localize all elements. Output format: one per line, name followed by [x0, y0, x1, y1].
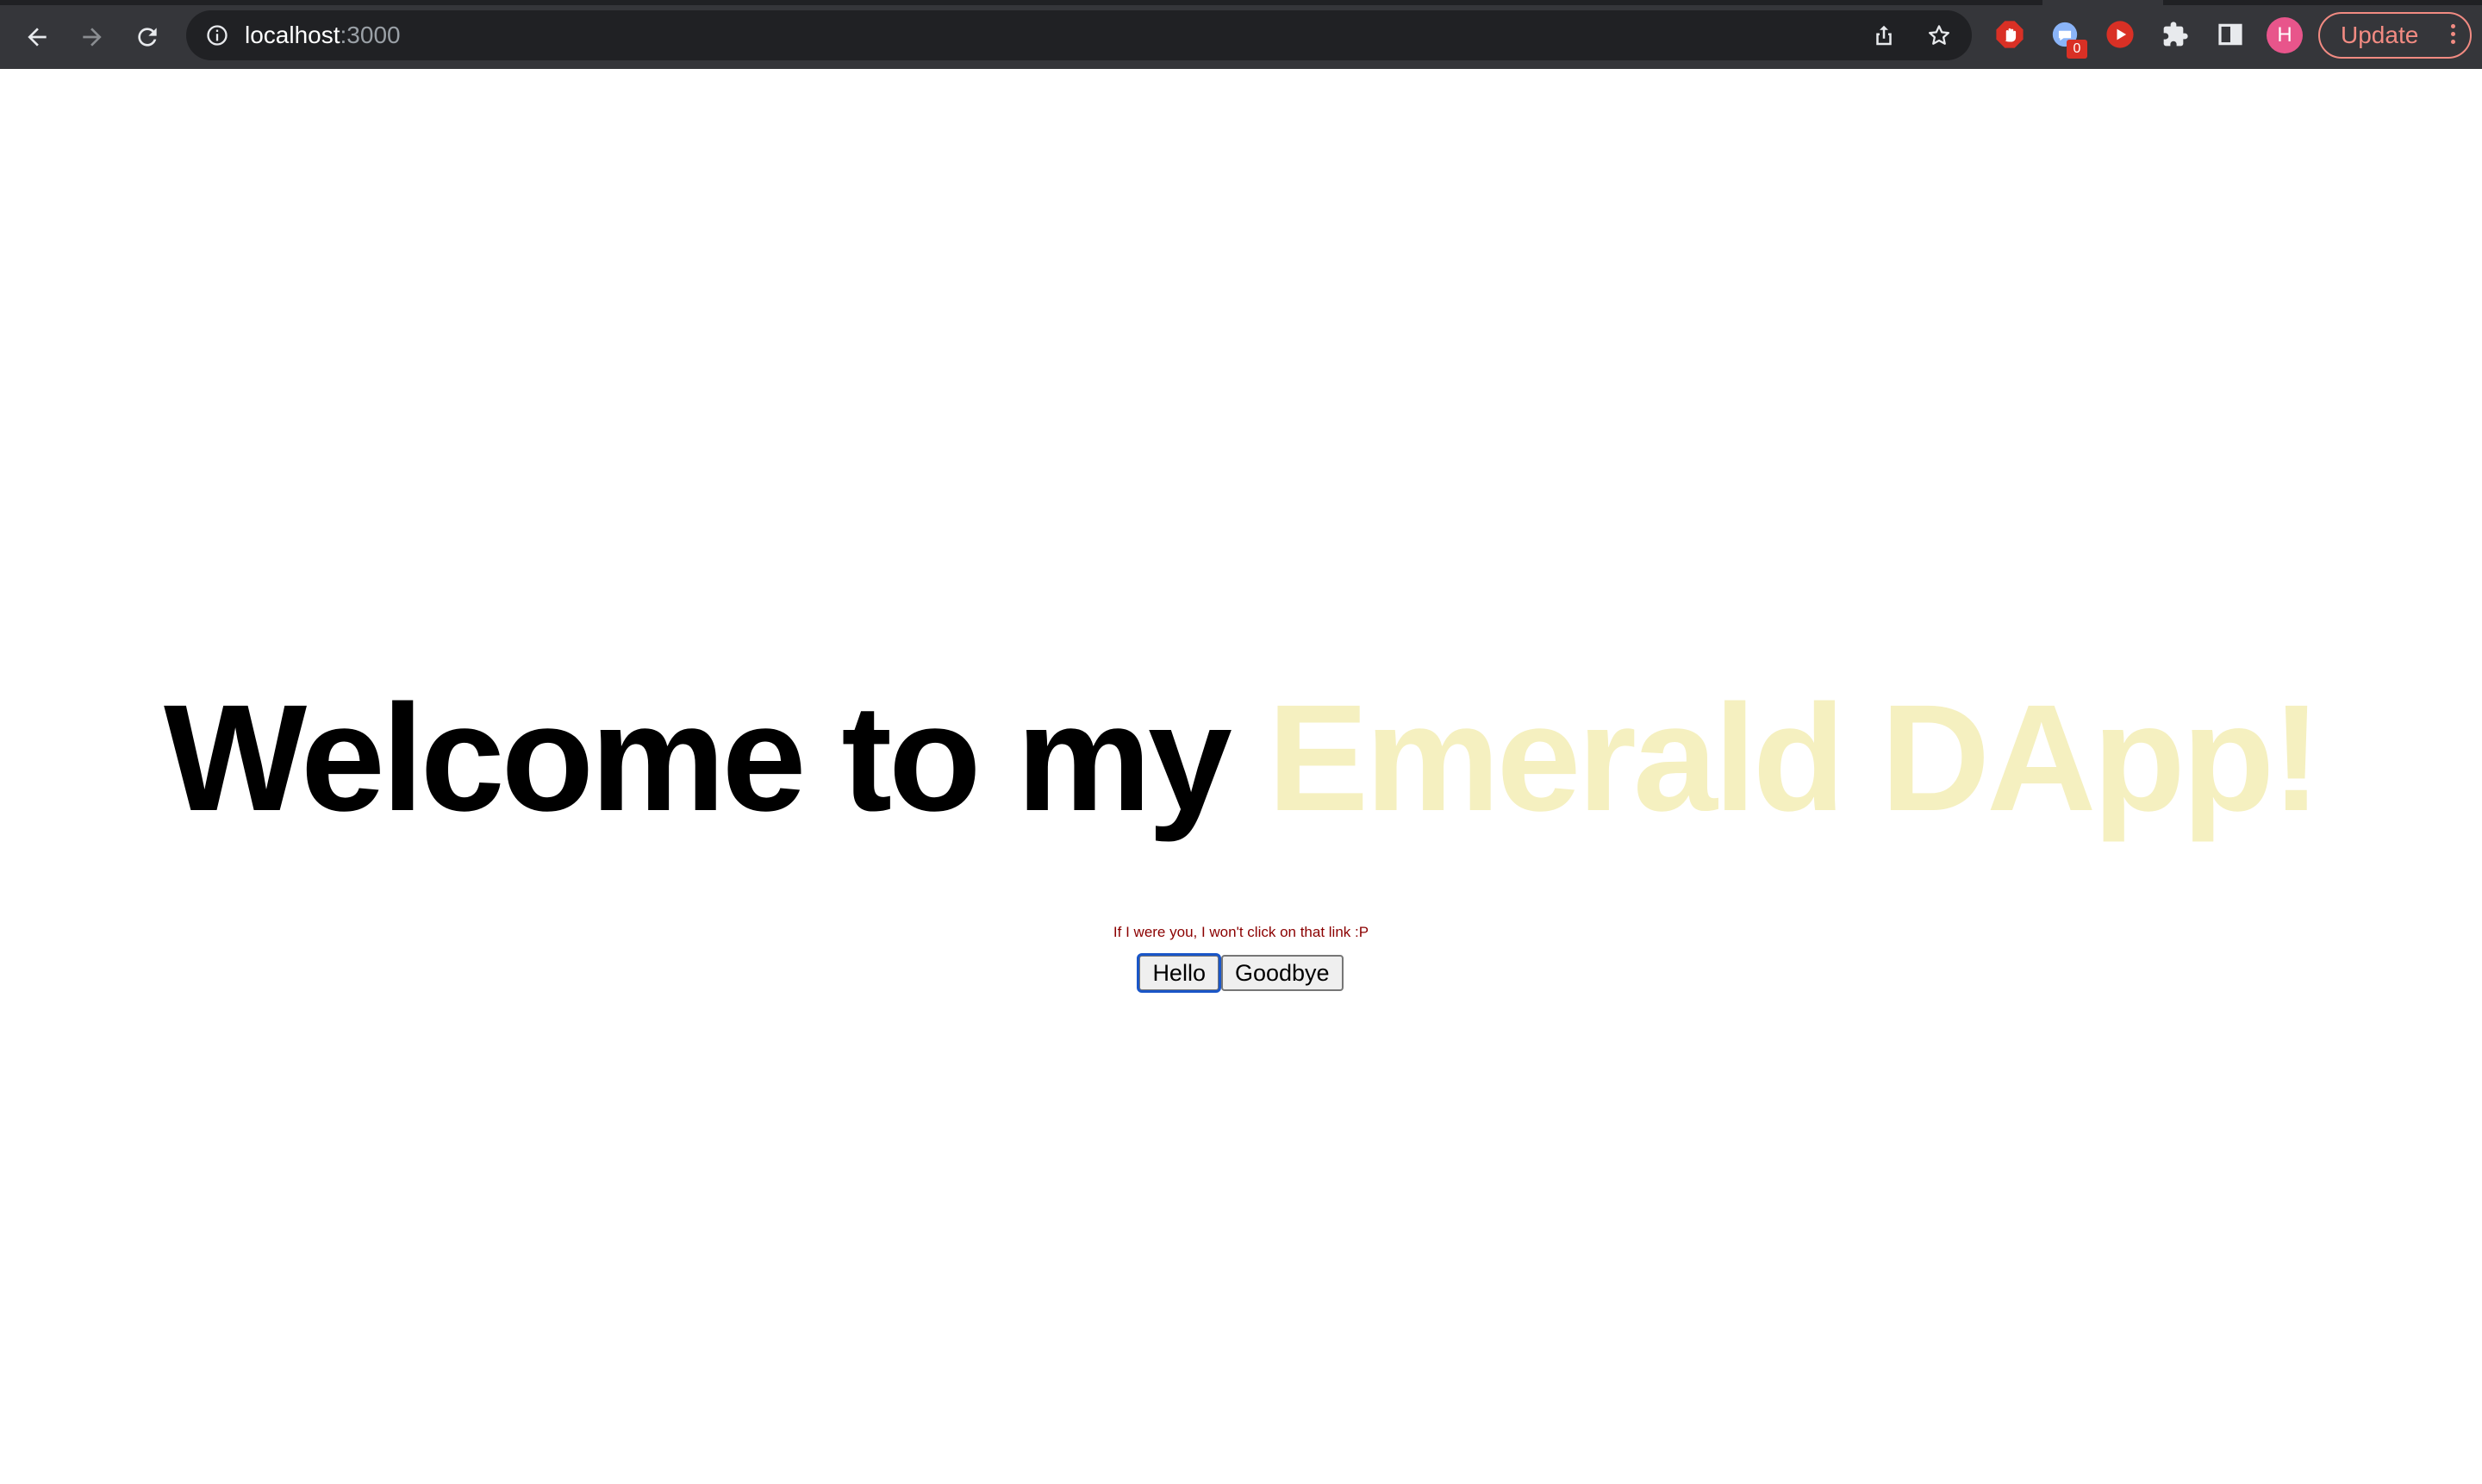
share-icon[interactable]: [1870, 22, 1898, 49]
forward-arrow-icon: [83, 28, 102, 47]
address-bar[interactable]: localhost:3000: [186, 10, 1972, 60]
tab-strip: [0, 0, 2482, 5]
reload-icon: [138, 28, 157, 47]
star-icon[interactable]: [1925, 22, 1953, 49]
info-icon[interactable]: [203, 22, 231, 49]
warning-text: If I were you, I won't click on that lin…: [1113, 924, 1369, 940]
tab-edge: [2042, 0, 2163, 5]
back-arrow-icon: [28, 28, 47, 47]
side-panel-icon[interactable]: [2215, 19, 2246, 50]
forward-button[interactable]: [71, 16, 114, 59]
update-button[interactable]: Update: [2318, 12, 2472, 59]
button-row: Hello Goodbye: [0, 953, 2482, 993]
url-port: :3000: [340, 22, 401, 48]
browser-toolbar: localhost:3000 0 H Update: [0, 0, 2482, 69]
vertical-dots-icon[interactable]: [2449, 24, 2456, 47]
extension-badge: 0: [2067, 40, 2087, 59]
back-button[interactable]: [16, 16, 59, 59]
url-host: localhost: [245, 22, 340, 48]
hello-button[interactable]: Hello: [1137, 953, 1221, 993]
play-icon[interactable]: [2105, 19, 2136, 50]
page-viewport: Welcome to my Emerald DApp! If I were yo…: [0, 69, 2482, 1484]
url-text[interactable]: localhost:3000: [245, 10, 401, 60]
headline-main: Welcome to my: [164, 674, 1268, 843]
reload-button[interactable]: [126, 16, 169, 59]
goodbye-button[interactable]: Goodbye: [1220, 955, 1344, 991]
update-label: Update: [2341, 22, 2419, 48]
stop-hand-icon[interactable]: [1994, 19, 2025, 50]
headline-accent: Emerald DApp!: [1267, 674, 2322, 843]
page-title: Welcome to my Emerald DApp!: [0, 672, 2482, 845]
profile-avatar[interactable]: H: [2267, 17, 2303, 53]
puzzle-icon[interactable]: [2160, 19, 2191, 50]
